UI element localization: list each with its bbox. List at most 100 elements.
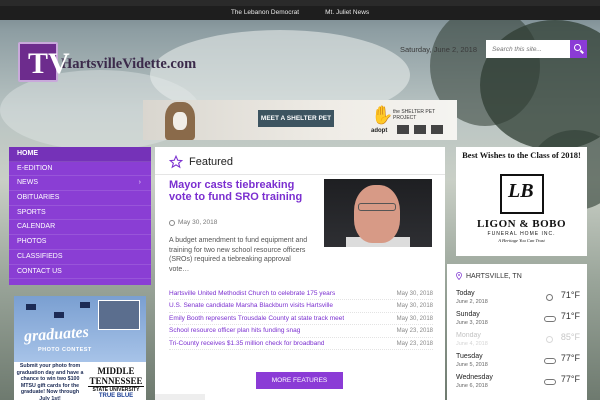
weather-day: Monday bbox=[456, 332, 481, 339]
nav-item-news[interactable]: NEWS › bbox=[9, 176, 151, 192]
shelter-pet-ad[interactable]: MEET A SHELTER PET ✋ the SHELTER PET PRO… bbox=[143, 100, 457, 140]
mtsu-logo: MIDDLE TENNESSEE STATE UNIVERSITY TRUE B… bbox=[88, 366, 144, 399]
weather-day: Tuesday bbox=[456, 353, 483, 360]
featured-heading: Featured bbox=[189, 156, 234, 168]
list-item: U.S. Senate candidate Marsha Blackburn v… bbox=[169, 300, 433, 313]
clock-icon bbox=[169, 219, 175, 226]
lead-story-date: May 30, 2018 bbox=[169, 219, 217, 226]
headline-date: May 30, 2018 bbox=[396, 291, 433, 297]
nav-item-label: NEWS bbox=[17, 179, 38, 187]
weather-day: Today bbox=[456, 290, 475, 297]
nav-item-photos[interactable]: PHOTOS bbox=[9, 235, 151, 250]
nav-item-contact-us[interactable]: CONTACT US bbox=[9, 265, 151, 280]
list-item: School resource officer plan hits fundin… bbox=[169, 325, 433, 338]
meet-shelter-pet-button[interactable]: MEET A SHELTER PET bbox=[258, 110, 334, 127]
location-pin-icon bbox=[456, 272, 462, 280]
cloud-icon bbox=[544, 314, 556, 323]
more-features-button[interactable]: MORE FEATURES bbox=[256, 372, 343, 389]
headline-link[interactable]: Tri-County receives $1.35 million check … bbox=[169, 338, 324, 349]
weather-date: June 3, 2018 bbox=[456, 320, 488, 326]
graduate-photo bbox=[98, 300, 140, 330]
funeral-home-emblem: LB bbox=[500, 174, 544, 214]
nav-item-obituaries[interactable]: OBITUARIES bbox=[9, 191, 151, 206]
top-link-mt-juliet-news[interactable]: Mt. Juliet News bbox=[325, 6, 369, 26]
divider bbox=[155, 174, 445, 175]
paw-icon: ✋ bbox=[371, 105, 394, 125]
weather-temp: 77°F bbox=[560, 353, 580, 363]
featured-section: Featured Mayor casts tiebreaking vote to… bbox=[155, 147, 445, 400]
headline-date: May 23, 2018 bbox=[396, 328, 433, 335]
weather-day: Wednesday bbox=[456, 374, 493, 381]
headline-list: Hartsville United Methodist Church to ce… bbox=[169, 288, 433, 350]
ad-subtitle: PHOTO CONTEST bbox=[38, 347, 92, 353]
weather-header: HARTSVILLE, TN bbox=[456, 272, 522, 280]
nav-item-classifieds[interactable]: CLASSIFIEDS bbox=[9, 250, 151, 265]
next-section-edge bbox=[155, 394, 205, 400]
weather-date: June 4, 2018 bbox=[456, 341, 488, 347]
logo-letters: TV bbox=[28, 47, 70, 80]
nav-item-home[interactable]: HOME bbox=[9, 147, 151, 162]
weather-date: June 5, 2018 bbox=[456, 362, 488, 368]
headline-link[interactable]: School resource officer plan hits fundin… bbox=[169, 325, 300, 336]
weather-day-row: Tuesday June 5, 2018 77°F bbox=[456, 352, 582, 374]
sponsor-logo bbox=[431, 125, 443, 134]
ad-body: Submit your photo from graduation day an… bbox=[16, 363, 84, 400]
weather-temp: 77°F bbox=[560, 374, 580, 384]
nav-item-sports[interactable]: SPORTS bbox=[9, 206, 151, 221]
sponsor-logo bbox=[414, 125, 426, 134]
weather-date: June 2, 2018 bbox=[456, 299, 488, 305]
chevron-right-icon: › bbox=[138, 179, 141, 187]
weather-day-row: Monday June 4, 2018 85°F bbox=[456, 331, 582, 353]
list-item: Hartsville United Methodist Church to ce… bbox=[169, 288, 433, 301]
weather-day: Sunday bbox=[456, 311, 480, 318]
headline-link[interactable]: Hartsville United Methodist Church to ce… bbox=[169, 288, 335, 299]
sun-icon bbox=[544, 293, 556, 302]
sponsor-logo bbox=[397, 125, 409, 134]
shelter-pet-project-label: the SHELTER PET PROJECT bbox=[393, 109, 436, 121]
current-date: Saturday, June 2, 2018 bbox=[400, 45, 477, 54]
nav-item-calendar[interactable]: CALENDAR bbox=[9, 220, 151, 236]
weather-widget: HARTSVILLE, TN Today June 2, 2018 71°F S… bbox=[447, 264, 587, 400]
logo-text: HartsvilleVidette.com bbox=[61, 55, 197, 72]
headline-link[interactable]: Emily Booth represents Trousdale County … bbox=[169, 313, 344, 324]
weather-temp: 85°F bbox=[560, 332, 580, 342]
weather-day-row: Today June 2, 2018 71°F bbox=[456, 289, 582, 311]
ligon-bobo-ad[interactable]: Best Wishes to the Class of 2018! LB LIG… bbox=[456, 147, 587, 256]
featured-header: Featured bbox=[169, 155, 233, 169]
site-logo[interactable]: TV HartsvilleVidette.com bbox=[18, 42, 196, 82]
adopt-label: adopt bbox=[371, 128, 388, 134]
dog-image bbox=[165, 102, 195, 140]
lead-story-photo[interactable] bbox=[324, 179, 432, 247]
ad-hero: graduates PHOTO CONTEST bbox=[14, 296, 146, 362]
lead-story-title[interactable]: Mayor casts tiebreaking vote to fund SRO… bbox=[169, 179, 319, 203]
grad-cap-icon bbox=[80, 302, 90, 308]
cloud-icon bbox=[544, 356, 556, 365]
search-form bbox=[486, 40, 587, 58]
logo-mark: TV bbox=[18, 42, 70, 82]
top-link-lebanon-democrat[interactable]: The Lebanon Democrat bbox=[231, 6, 299, 26]
weather-date: June 6, 2018 bbox=[456, 383, 488, 389]
grad-cap-icon bbox=[26, 304, 36, 310]
funeral-home-sub: FUNERAL HOME INC. bbox=[487, 231, 556, 237]
search-input[interactable] bbox=[486, 40, 570, 58]
weather-day-row: Wednesday June 6, 2018 77°F bbox=[456, 373, 582, 395]
grad-cap-icon bbox=[54, 312, 64, 318]
headline-link[interactable]: U.S. Senate candidate Marsha Blackburn v… bbox=[169, 300, 333, 311]
star-icon bbox=[169, 155, 183, 169]
funeral-home-tagline: A Heritage You Can Trust bbox=[498, 238, 545, 243]
list-item: Emily Booth represents Trousdale County … bbox=[169, 313, 433, 326]
graduates-photo-contest-ad[interactable]: graduates PHOTO CONTEST Submit your phot… bbox=[14, 296, 146, 400]
search-button[interactable] bbox=[570, 40, 587, 58]
nav-item-e-edition[interactable]: E-EDITION bbox=[9, 162, 151, 177]
weather-day-row: Sunday June 3, 2018 71°F bbox=[456, 310, 582, 332]
headline-date: May 30, 2018 bbox=[396, 303, 433, 310]
ad-title: graduates bbox=[23, 323, 90, 346]
funeral-home-name: LIGON & BOBO bbox=[476, 218, 567, 230]
headline-date: May 30, 2018 bbox=[396, 315, 433, 322]
sun-icon bbox=[544, 335, 556, 344]
ad-title: Best Wishes to the Class of 2018! bbox=[462, 150, 581, 160]
main-navigation: HOME E-EDITION NEWS › OBITUARIES SPORTS C… bbox=[9, 147, 151, 285]
lead-story-summary: A budget amendment to fund equipment and… bbox=[169, 237, 308, 273]
weather-temp: 71°F bbox=[560, 311, 580, 321]
weather-temp: 71°F bbox=[560, 290, 580, 300]
